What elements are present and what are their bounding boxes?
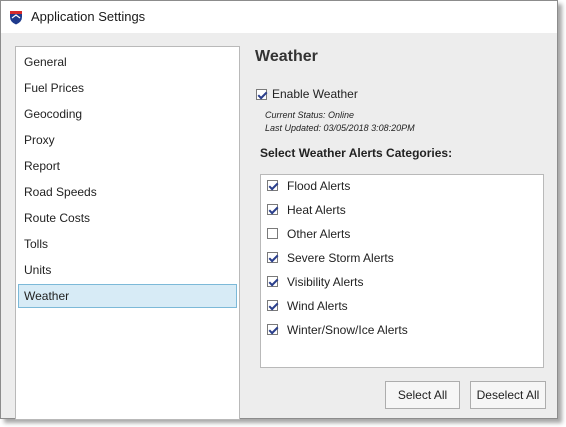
alert-categories-header: Select Weather Alerts Categories:	[260, 146, 453, 160]
visibility-alerts-checkbox[interactable]	[267, 276, 278, 287]
sidebar-item-units[interactable]: Units	[18, 258, 237, 282]
winter-snow-ice-alerts-label[interactable]: Winter/Snow/Ice Alerts	[287, 323, 408, 337]
winter-snow-ice-alerts-checkbox[interactable]	[267, 324, 278, 335]
sidebar-item-general[interactable]: General	[18, 50, 237, 74]
sidebar-item-road-speeds[interactable]: Road Speeds	[18, 180, 237, 204]
sidebar-item-proxy[interactable]: Proxy	[18, 128, 237, 152]
current-status-text: Current Status: Online	[265, 110, 355, 120]
title-bar: Application Settings	[1, 1, 557, 33]
severe-storm-alerts-checkbox[interactable]	[267, 252, 278, 263]
enable-weather-label[interactable]: Enable Weather	[272, 87, 358, 101]
sidebar-item-route-costs[interactable]: Route Costs	[18, 206, 237, 230]
heat-alerts-label[interactable]: Heat Alerts	[287, 203, 346, 217]
wind-alerts-label[interactable]: Wind Alerts	[287, 299, 348, 313]
other-alerts-checkbox[interactable]	[267, 228, 278, 239]
sidebar-item-weather[interactable]: Weather	[18, 284, 237, 308]
flood-alerts-checkbox[interactable]	[267, 180, 278, 191]
flood-alerts-label[interactable]: Flood Alerts	[287, 179, 350, 193]
wind-alerts-checkbox[interactable]	[267, 300, 278, 311]
shield-logo-icon	[9, 10, 23, 25]
other-alerts-label[interactable]: Other Alerts	[287, 227, 350, 241]
sidebar-item-tolls[interactable]: Tolls	[18, 232, 237, 256]
last-updated-text: Last Updated: 03/05/2018 3:08:20PM	[265, 123, 415, 133]
sidebar-item-fuel-prices[interactable]: Fuel Prices	[18, 76, 237, 100]
visibility-alerts-label[interactable]: Visibility Alerts	[287, 275, 363, 289]
deselect-all-button[interactable]: Deselect All	[470, 381, 546, 409]
sidebar-item-geocoding[interactable]: Geocoding	[18, 102, 237, 126]
sidebar-item-report[interactable]: Report	[18, 154, 237, 178]
window-title: Application Settings	[31, 9, 146, 24]
settings-nav-list[interactable]: General Fuel Prices Geocoding Proxy Repo…	[15, 46, 240, 420]
page-title: Weather	[255, 48, 318, 65]
heat-alerts-checkbox[interactable]	[267, 204, 278, 215]
severe-storm-alerts-label[interactable]: Severe Storm Alerts	[287, 251, 394, 265]
enable-weather-checkbox[interactable]	[256, 89, 267, 100]
select-all-button[interactable]: Select All	[385, 381, 460, 409]
